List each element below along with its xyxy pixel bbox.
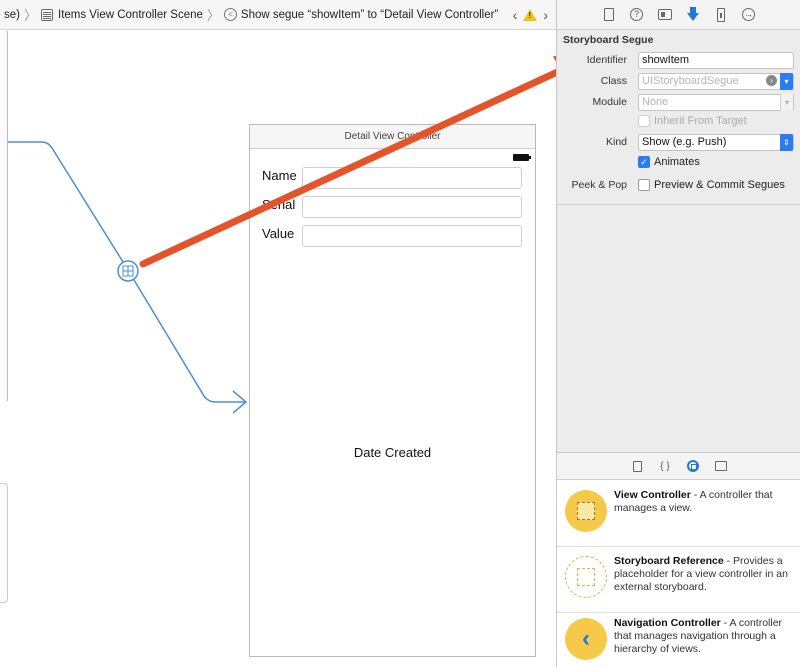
library-item-name: Storyboard Reference xyxy=(614,555,724,567)
preview-commit-label: Preview & Commit Segues xyxy=(654,179,785,191)
class-dropdown-button[interactable]: ▾ xyxy=(780,72,793,90)
kind-popup[interactable]: Show (e.g. Push) ⇕ xyxy=(638,133,794,151)
jump-bar: se) 〉 Items View Controller Scene 〉 < Sh… xyxy=(0,0,556,30)
navigation-controller-icon: ‹ xyxy=(565,618,607,660)
value-text-field[interactable] xyxy=(302,225,522,247)
kind-dropdown-button[interactable]: ⇕ xyxy=(780,133,793,151)
breadcrumb-scene-label: Items View Controller Scene xyxy=(58,8,203,21)
serial-label[interactable]: Serial xyxy=(262,197,302,212)
object-library-icon xyxy=(687,460,699,472)
go-to-class-icon[interactable]: › xyxy=(766,74,777,86)
storyboard-reference-icon xyxy=(565,556,607,598)
scene-icon xyxy=(41,8,53,21)
section-title: Storyboard Segue xyxy=(563,34,654,46)
serial-row: Serial xyxy=(262,196,522,218)
quick-help-tab[interactable]: ? xyxy=(630,8,644,22)
file-template-tab[interactable] xyxy=(631,460,643,472)
battery-icon xyxy=(513,154,531,161)
inspector-tabs: ? → xyxy=(557,0,800,30)
library-tabs: { } xyxy=(557,453,800,480)
value-row: Value xyxy=(262,225,522,247)
module-row: Module None ▾ xyxy=(557,93,800,111)
kind-label: Kind xyxy=(605,136,627,148)
size-icon xyxy=(716,7,725,22)
animates-row: ✓ Animates xyxy=(638,153,798,171)
class-field[interactable]: UIStoryboardSegue › ▾ xyxy=(638,72,794,90)
identifier-field[interactable]: showItem xyxy=(638,51,794,69)
module-placeholder: None xyxy=(642,95,669,108)
date-created-label[interactable]: Date Created xyxy=(250,445,535,460)
module-field[interactable]: None ▾ xyxy=(638,93,794,111)
value-label[interactable]: Value xyxy=(262,226,302,241)
code-snippet-icon: { } xyxy=(660,460,670,472)
module-label: Module xyxy=(592,96,627,108)
file-icon xyxy=(603,8,614,21)
kind-row: Kind Show (e.g. Push) ⇕ xyxy=(557,133,800,151)
media-library-tab[interactable] xyxy=(715,460,727,472)
detail-view-controller-scene[interactable]: Detail View Controller Name Serial Value… xyxy=(249,124,536,657)
library-item-name: View Controller xyxy=(614,489,691,501)
attributes-icon xyxy=(686,6,699,21)
animates-label: Animates xyxy=(654,156,700,168)
previous-issue-button[interactable]: ‹ xyxy=(513,7,518,23)
library-item-storyboard-reference[interactable]: Storyboard Reference - Provides a placeh… xyxy=(557,547,800,613)
inherit-label: Inherit From Target xyxy=(654,115,747,127)
connections-inspector-tab[interactable]: → xyxy=(742,8,756,22)
scene-title: Detail View Controller xyxy=(250,125,535,149)
identity-inspector-tab[interactable] xyxy=(657,8,672,22)
class-placeholder: UIStoryboardSegue xyxy=(642,74,739,87)
file-template-icon xyxy=(632,460,642,472)
scene-fragment[interactable] xyxy=(0,483,8,603)
name-label[interactable]: Name xyxy=(262,168,302,183)
name-row: Name xyxy=(262,167,522,189)
segue-icon: < xyxy=(223,8,237,21)
issue-navigator: ‹ › xyxy=(506,0,548,29)
items-view-controller-scene[interactable] xyxy=(0,31,8,401)
identity-icon xyxy=(657,9,672,20)
view-controller-icon xyxy=(565,490,607,532)
kind-value: Show (e.g. Push) xyxy=(642,135,727,148)
breadcrumb-segue[interactable]: < Show segue “showItem” to “Detail View … xyxy=(223,8,499,21)
name-text-field[interactable] xyxy=(302,167,522,189)
help-icon: ? xyxy=(630,8,643,21)
file-inspector-tab[interactable] xyxy=(602,8,616,22)
object-library-tab[interactable] xyxy=(687,460,699,472)
breadcrumb-segue-label: Show segue “showItem” to “Detail View Co… xyxy=(240,8,499,21)
breadcrumb-separator: 〉 xyxy=(206,8,220,23)
storyboard-canvas[interactable]: Detail View Controller Name Serial Value… xyxy=(0,31,556,667)
library-item-view-controller[interactable]: View Controller - A controller that mana… xyxy=(557,481,800,547)
peek-pop-label: Peek & Pop xyxy=(571,179,627,191)
identifier-row: Identifier showItem xyxy=(557,51,800,69)
library-panel: { } View Controller - A controller that … xyxy=(557,452,800,667)
breadcrumb-previous[interactable]: se) xyxy=(4,9,20,21)
module-dropdown-button[interactable]: ▾ xyxy=(780,93,793,111)
peek-pop-row: Peek & Pop Preview & Commit Segues xyxy=(557,176,800,194)
media-library-icon xyxy=(715,461,727,471)
inspector-panel: ? → Storyboard Segue Identifier showItem… xyxy=(556,0,800,667)
inspector-divider xyxy=(557,204,800,205)
library-item-name: Navigation Controller xyxy=(614,617,721,629)
preview-commit-checkbox[interactable] xyxy=(638,179,650,191)
serial-text-field[interactable] xyxy=(302,196,522,218)
identifier-label: Identifier xyxy=(586,54,627,66)
class-label: Class xyxy=(600,75,627,87)
breadcrumb-separator: 〉 xyxy=(23,8,37,23)
breadcrumb-scene[interactable]: Items View Controller Scene xyxy=(41,8,203,21)
warning-icon[interactable] xyxy=(523,9,538,21)
size-inspector-tab[interactable] xyxy=(714,7,728,22)
connections-icon: → xyxy=(742,8,755,21)
inherit-checkbox[interactable] xyxy=(638,115,650,127)
class-row: Class UIStoryboardSegue › ▾ xyxy=(557,72,800,90)
next-issue-button[interactable]: › xyxy=(543,7,548,23)
inherit-row: Inherit From Target xyxy=(638,112,798,130)
library-item-navigation-controller[interactable]: ‹ Navigation Controller - A controller t… xyxy=(557,609,800,667)
attributes-inspector-tab[interactable] xyxy=(686,6,700,22)
animates-checkbox[interactable]: ✓ xyxy=(638,156,650,168)
code-snippet-tab[interactable]: { } xyxy=(659,460,671,472)
